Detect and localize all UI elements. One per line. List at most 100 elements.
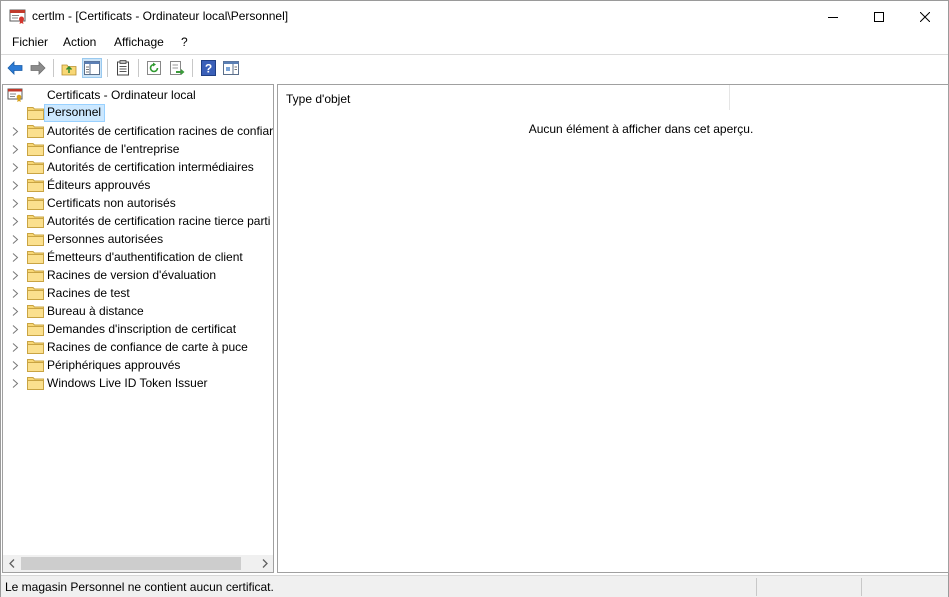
- tree-item-smart-card-roots[interactable]: Racines de confiance de carte à puce: [3, 338, 273, 356]
- tree-item-test-roots[interactable]: Racines de test: [3, 284, 273, 302]
- column-header-type-label: Type d'objet: [286, 92, 351, 106]
- window-title: certlm - [Certificats - Ordinateur local…: [32, 9, 289, 23]
- tree-item-trusted-devices[interactable]: Périphériques approuvés: [3, 356, 273, 374]
- tree-item-label: Autorités de certification racines de co…: [47, 124, 273, 138]
- chevron-right-icon[interactable]: [12, 235, 19, 244]
- tree-item-windows-live-id[interactable]: Windows Live ID Token Issuer: [3, 374, 273, 392]
- folder-icon: [27, 233, 44, 246]
- scroll-left-button[interactable]: [3, 555, 20, 572]
- chevron-right-icon[interactable]: [12, 127, 19, 136]
- tree-item-trusted-publishers[interactable]: Éditeurs approuvés: [3, 176, 273, 194]
- tree-root[interactable]: Certificats - Ordinateur local: [3, 86, 273, 104]
- minimize-button[interactable]: [810, 1, 856, 32]
- folder-icon: [27, 323, 44, 336]
- tree-item-client-auth-issuers[interactable]: Émetteurs d'authentification de client: [3, 248, 273, 266]
- folder-icon: [27, 161, 44, 174]
- back-button[interactable]: [5, 58, 25, 78]
- tree-item-label: Périphériques approuvés: [47, 358, 181, 372]
- tree-item-label: Bureau à distance: [47, 304, 144, 318]
- menu-help[interactable]: ?: [181, 35, 188, 49]
- toolbar: ?: [1, 54, 948, 81]
- show-hide-action-pane-icon: [223, 61, 239, 75]
- tree-item-personnel[interactable]: Personnel: [3, 104, 273, 122]
- tree-item-remote-desktop[interactable]: Bureau à distance: [3, 302, 273, 320]
- maximize-icon: [874, 11, 884, 22]
- chevron-right-icon[interactable]: [12, 343, 19, 352]
- tree-item-intermediate-ca[interactable]: Autorités de certification intermédiaire…: [3, 158, 273, 176]
- chevron-right-icon[interactable]: [12, 379, 19, 388]
- certificate-store-icon: [7, 88, 23, 102]
- menu-fichier[interactable]: Fichier: [12, 35, 48, 49]
- tree-item-label: Certificats non autorisés: [47, 196, 176, 210]
- help-icon: ?: [200, 60, 216, 76]
- chevron-right-icon[interactable]: [12, 145, 19, 154]
- tree-item-enterprise-trust[interactable]: Confiance de l'entreprise: [3, 140, 273, 158]
- chevron-right-icon[interactable]: [12, 217, 19, 226]
- chevron-right-icon[interactable]: [12, 199, 19, 208]
- empty-list-message-text: Aucun élément à afficher dans cet aperçu…: [528, 122, 754, 136]
- tree-item-label: Émetteurs d'authentification de client: [47, 250, 243, 264]
- folder-icon: [27, 269, 44, 282]
- folder-icon: [27, 251, 44, 264]
- forward-button[interactable]: [28, 58, 48, 78]
- refresh-button[interactable]: [144, 58, 164, 78]
- folder-icon: [27, 305, 44, 318]
- title-bar[interactable]: certlm - [Certificats - Ordinateur local…: [1, 1, 948, 32]
- close-icon: [920, 11, 930, 22]
- folder-icon: [27, 215, 44, 228]
- tree-item-trusted-people[interactable]: Personnes autorisées: [3, 230, 273, 248]
- column-header-type[interactable]: Type d'objet: [278, 85, 730, 110]
- chevron-left-icon: [8, 559, 14, 568]
- show-hide-action-pane-button[interactable]: [221, 58, 241, 78]
- chevron-right-icon[interactable]: [12, 361, 19, 370]
- status-bar: Le magasin Personnel ne contient aucun c…: [1, 575, 948, 597]
- tree-item-preview-build-roots[interactable]: Racines de version d'évaluation: [3, 266, 273, 284]
- folder-icon: [27, 287, 44, 300]
- properties-icon: [117, 60, 129, 76]
- mmc-window: certlm - [Certificats - Ordinateur local…: [0, 0, 949, 597]
- folder-icon: [27, 179, 44, 192]
- tree-item-label: Racines de test: [47, 286, 130, 300]
- status-text: Le magasin Personnel ne contient aucun c…: [5, 580, 274, 594]
- chevron-right-icon[interactable]: [12, 325, 19, 334]
- refresh-icon: [147, 61, 161, 75]
- status-divider: [756, 578, 757, 596]
- chevron-right-icon[interactable]: [12, 181, 19, 190]
- chevron-right-icon[interactable]: [12, 271, 19, 280]
- properties-button[interactable]: [113, 58, 133, 78]
- empty-list-message: Aucun élément à afficher dans cet aperçu…: [278, 122, 948, 136]
- menu-action[interactable]: Action: [63, 35, 96, 49]
- folder-icon: [27, 125, 44, 138]
- tree-item-trusted-root[interactable]: Autorités de certification racines de co…: [3, 122, 273, 140]
- chevron-right-icon[interactable]: [12, 253, 19, 262]
- scroll-right-button[interactable]: [256, 555, 273, 572]
- help-button[interactable]: ?: [198, 58, 218, 78]
- list-column-header: Type d'objet: [278, 85, 948, 110]
- tree-horizontal-scrollbar[interactable]: [3, 555, 273, 572]
- close-button[interactable]: [902, 1, 948, 32]
- console-tree: Certificats - Ordinateur local Personnel…: [3, 85, 273, 555]
- menu-affichage[interactable]: Affichage: [114, 35, 164, 49]
- svg-text:?: ?: [204, 62, 211, 76]
- show-hide-tree-button[interactable]: [82, 58, 102, 78]
- chevron-right-icon[interactable]: [12, 289, 19, 298]
- maximize-button[interactable]: [856, 1, 902, 32]
- scroll-thumb[interactable]: [21, 557, 241, 570]
- tree-item-label: Demandes d'inscription de certificat: [47, 322, 237, 336]
- export-list-icon: [170, 61, 185, 75]
- chevron-right-icon[interactable]: [12, 163, 19, 172]
- tree-item-enrollment-requests[interactable]: Demandes d'inscription de certificat: [3, 320, 273, 338]
- tree-item-label: Confiance de l'entreprise: [47, 142, 180, 156]
- export-list-button[interactable]: [167, 58, 187, 78]
- tree-item-label: Autorités de certification intermédiaire…: [47, 160, 254, 174]
- tree-item-label: Racines de confiance de carte à puce: [47, 340, 248, 354]
- folder-icon: [27, 197, 44, 210]
- tree-item-untrusted[interactable]: Certificats non autorisés: [3, 194, 273, 212]
- tree-item-label: Personnel: [43, 104, 106, 122]
- chevron-right-icon[interactable]: [12, 307, 19, 316]
- console-tree-pane: Certificats - Ordinateur local Personnel…: [2, 84, 274, 573]
- tree-item-label: Windows Live ID Token Issuer: [47, 376, 208, 390]
- minimize-icon: [828, 16, 838, 18]
- tree-item-third-party-root[interactable]: Autorités de certification racine tierce…: [3, 212, 273, 230]
- up-button[interactable]: [59, 58, 79, 78]
